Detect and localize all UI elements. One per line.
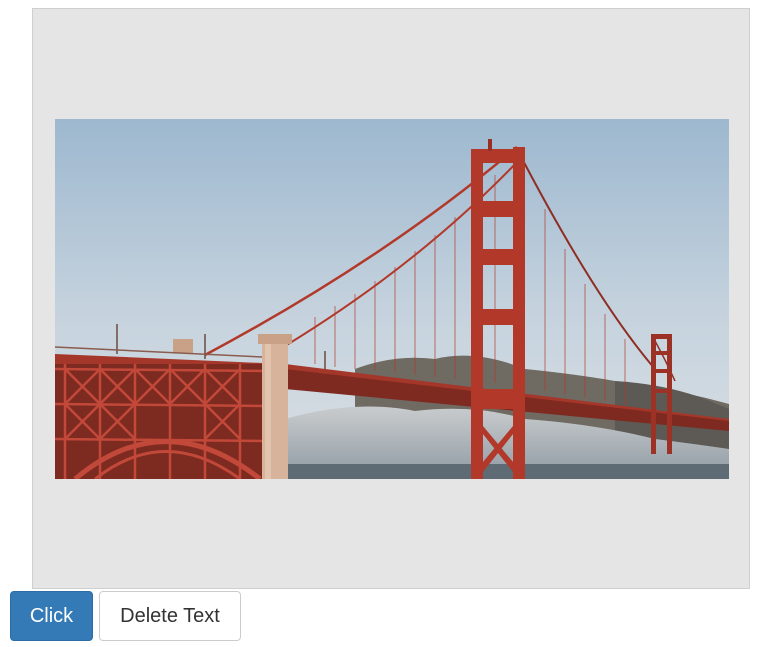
- image-container: [32, 8, 750, 589]
- delete-text-button[interactable]: Delete Text: [99, 591, 241, 641]
- bridge-photo: [55, 119, 729, 479]
- click-button[interactable]: Click: [10, 591, 93, 641]
